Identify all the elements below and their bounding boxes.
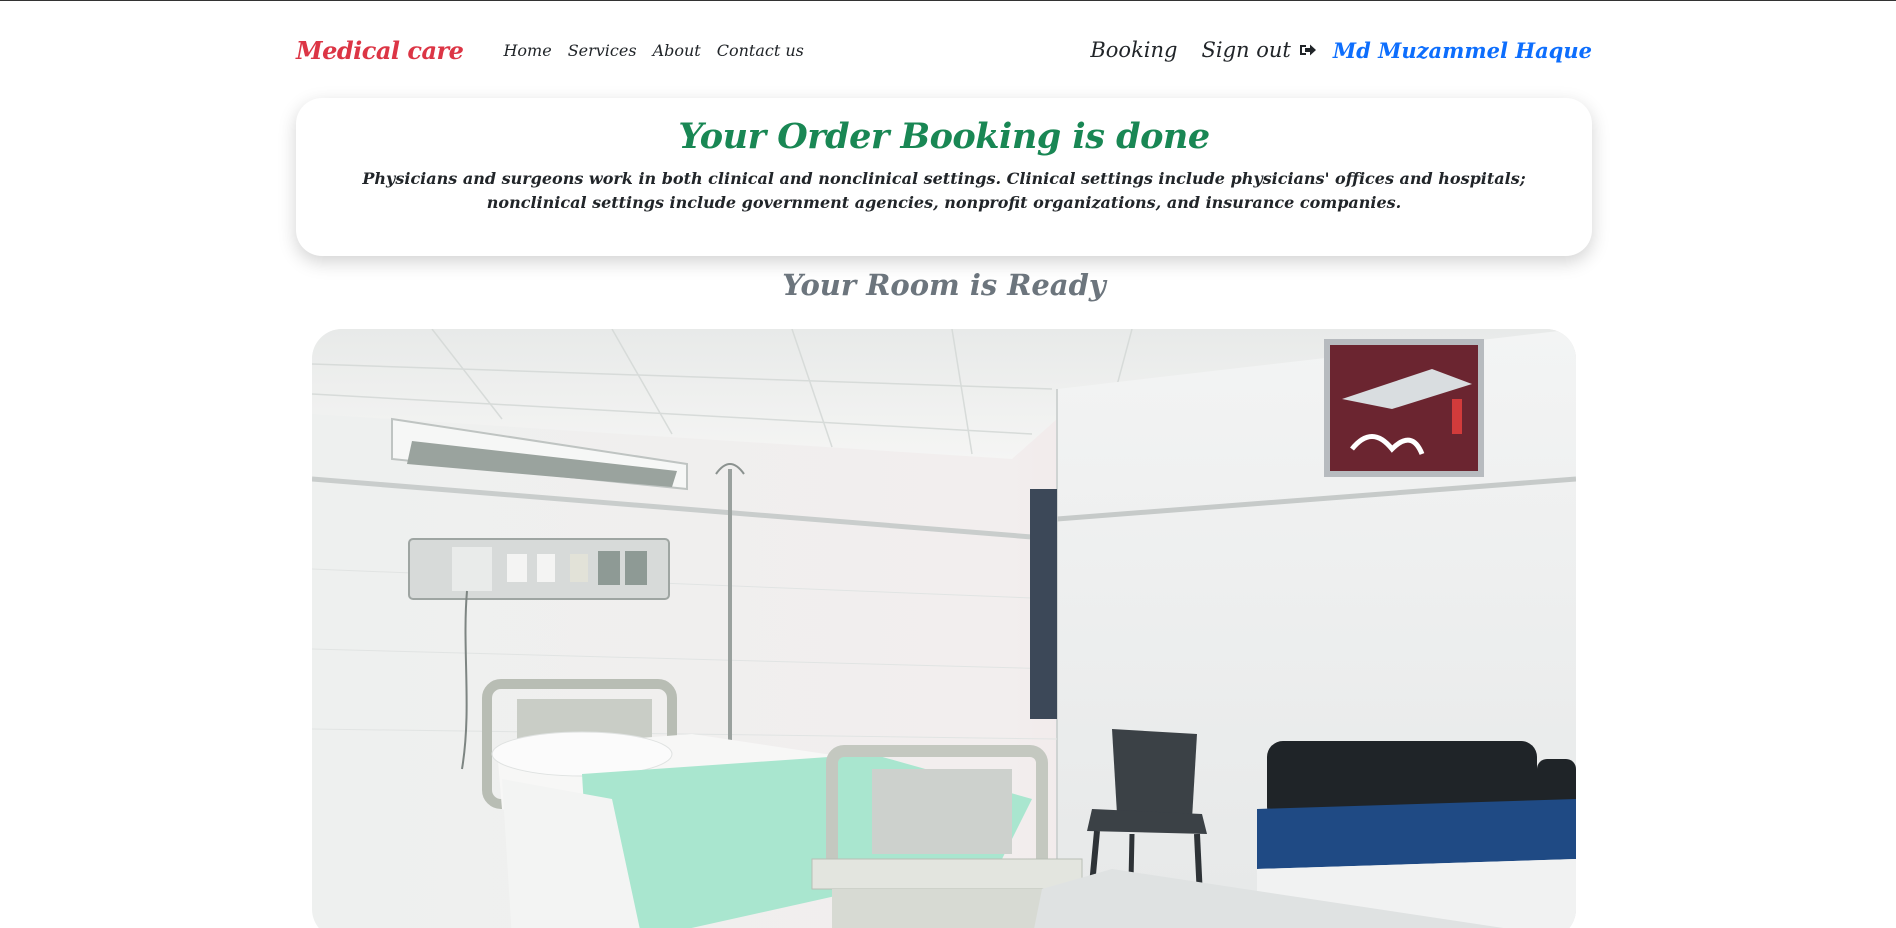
- hospital-room-photo: [312, 329, 1576, 928]
- order-title: Your Order Booking is done: [678, 116, 1210, 157]
- nav-links: Home Services About Contact us: [503, 41, 819, 60]
- sign-out-button[interactable]: Sign out: [1202, 38, 1317, 62]
- booking-link[interactable]: Booking: [1090, 38, 1177, 62]
- sign-out-icon: [1299, 44, 1316, 56]
- user-name-link[interactable]: Md Muzammel Haque: [1333, 38, 1592, 63]
- nav-right: Booking Sign out Md Muzammel Haque: [1090, 38, 1592, 63]
- order-description: Physicians and surgeons work in both cli…: [362, 169, 1526, 212]
- order-confirmation-card: Your Order Booking is done Physicians an…: [296, 98, 1592, 256]
- nav-link-services[interactable]: Services: [568, 41, 637, 60]
- nav-link-contact[interactable]: Contact us: [717, 41, 804, 60]
- nav-link-home[interactable]: Home: [503, 41, 551, 60]
- nav-link-about[interactable]: About: [653, 41, 701, 60]
- brand-logo[interactable]: Medical care: [296, 36, 464, 65]
- sign-out-label: Sign out: [1201, 38, 1291, 62]
- room-title: Your Room is Ready: [782, 268, 1106, 302]
- navbar: Medical care Home Services About Contact…: [296, 29, 1592, 71]
